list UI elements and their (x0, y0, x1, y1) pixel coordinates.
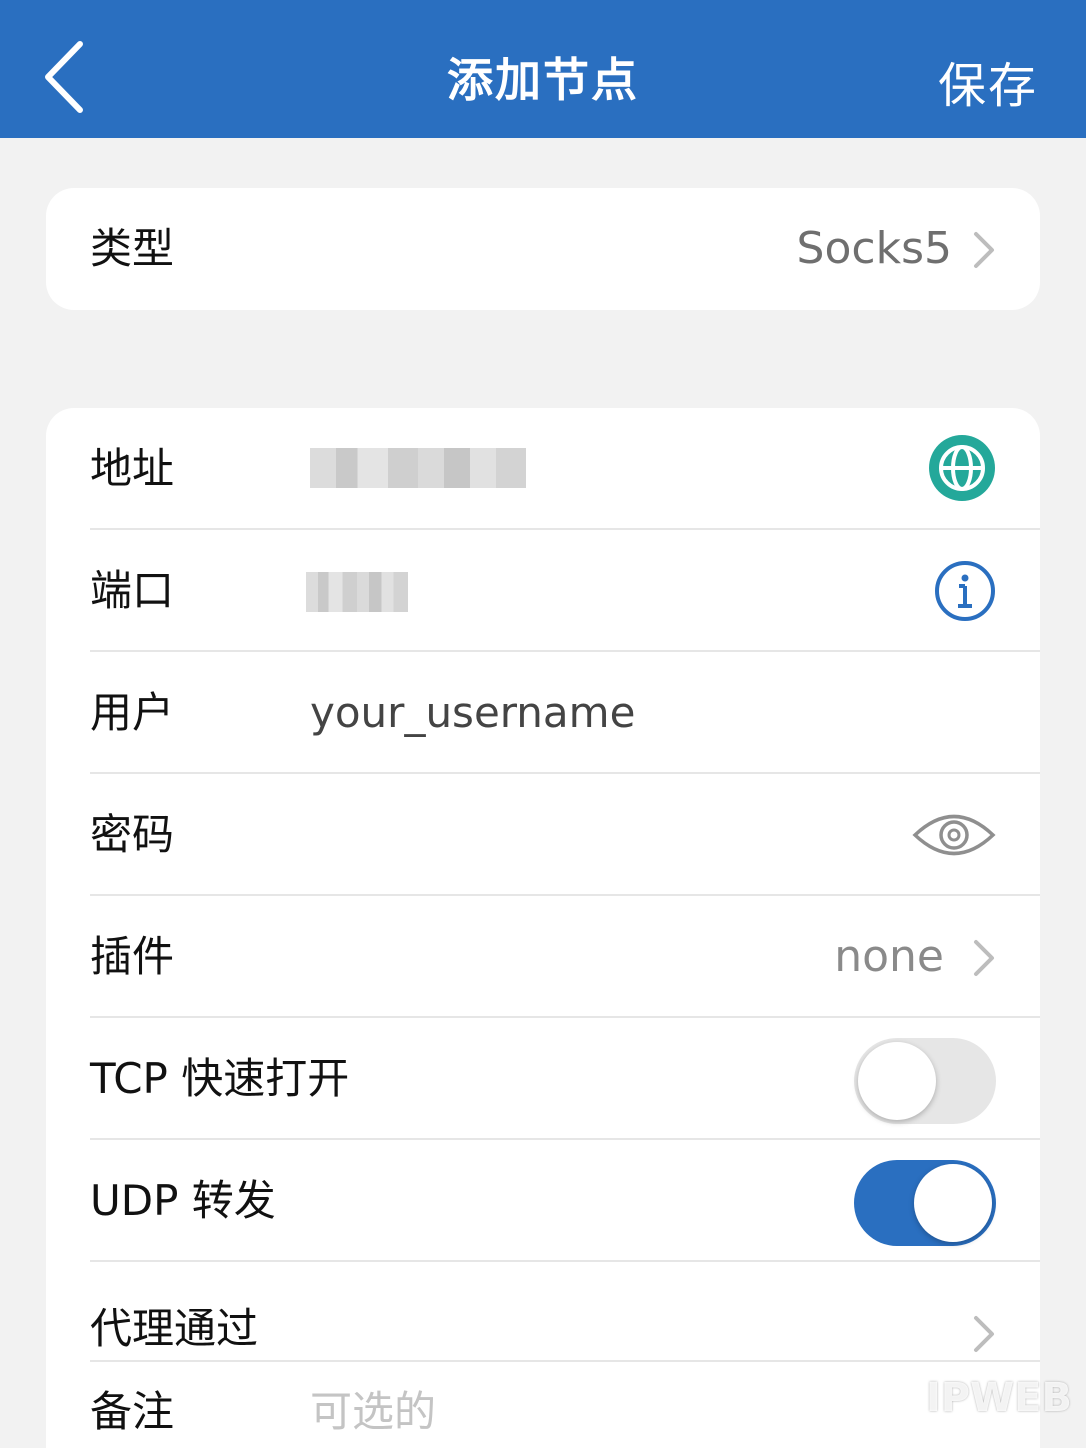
tcp-fast-open-toggle[interactable] (854, 1038, 996, 1124)
save-button[interactable]: 保存 (938, 46, 1038, 116)
tcp-fast-open-label: TCP 快速打开 (90, 1054, 350, 1103)
port-row: 端口 (46, 530, 1040, 652)
navigation-bar: 添加节点 保存 (0, 0, 1086, 138)
username-field[interactable]: your_username (310, 652, 870, 774)
globe-icon[interactable] (928, 434, 996, 502)
type-card: 类型 Socks5 (46, 188, 1040, 310)
plugin-row[interactable]: 插件 none (46, 896, 1040, 1018)
type-label: 类型 (90, 224, 175, 273)
user-label: 用户 (90, 688, 175, 737)
password-label: 密码 (90, 810, 175, 859)
chevron-right-icon (974, 940, 994, 976)
page-title: 添加节点 (447, 53, 639, 107)
port-label: 端口 (90, 566, 175, 615)
password-row: 密码 (46, 774, 1040, 896)
type-row[interactable]: 类型 Socks5 (46, 188, 1040, 310)
remark-field[interactable] (310, 1362, 870, 1448)
watermark-text: IPWEB (925, 1375, 1072, 1421)
proxy-via-row[interactable]: 代理通过 (46, 1262, 1040, 1362)
plugin-value: none (834, 931, 944, 982)
chevron-right-icon (974, 1316, 994, 1352)
chevron-right-icon (974, 232, 994, 268)
type-value: Socks5 (796, 223, 952, 274)
watermark-logo-icon (861, 1371, 915, 1425)
udp-forward-row: UDP 转发 (46, 1140, 1040, 1262)
address-value-redacted[interactable] (310, 448, 526, 488)
address-row: 地址 (46, 408, 1040, 530)
udp-forward-label: UDP 转发 (90, 1176, 276, 1225)
eye-icon[interactable] (912, 806, 996, 864)
address-label: 地址 (90, 444, 175, 493)
password-field[interactable] (310, 774, 870, 896)
watermark: IPWEB (858, 1366, 1072, 1430)
tcp-fast-open-row: TCP 快速打开 (46, 1018, 1040, 1140)
port-value-redacted[interactable] (306, 572, 408, 612)
user-row: 用户 your_username (46, 652, 1040, 774)
toggle-knob (858, 1042, 936, 1120)
remark-label: 备注 (90, 1387, 175, 1436)
udp-forward-toggle[interactable] (854, 1160, 996, 1246)
node-form-card: 地址 端口 用户 your_username 密码 插件 none TCP 快速… (46, 408, 1040, 1448)
info-icon[interactable] (934, 560, 996, 622)
plugin-label: 插件 (90, 932, 175, 981)
toggle-knob (914, 1164, 992, 1242)
